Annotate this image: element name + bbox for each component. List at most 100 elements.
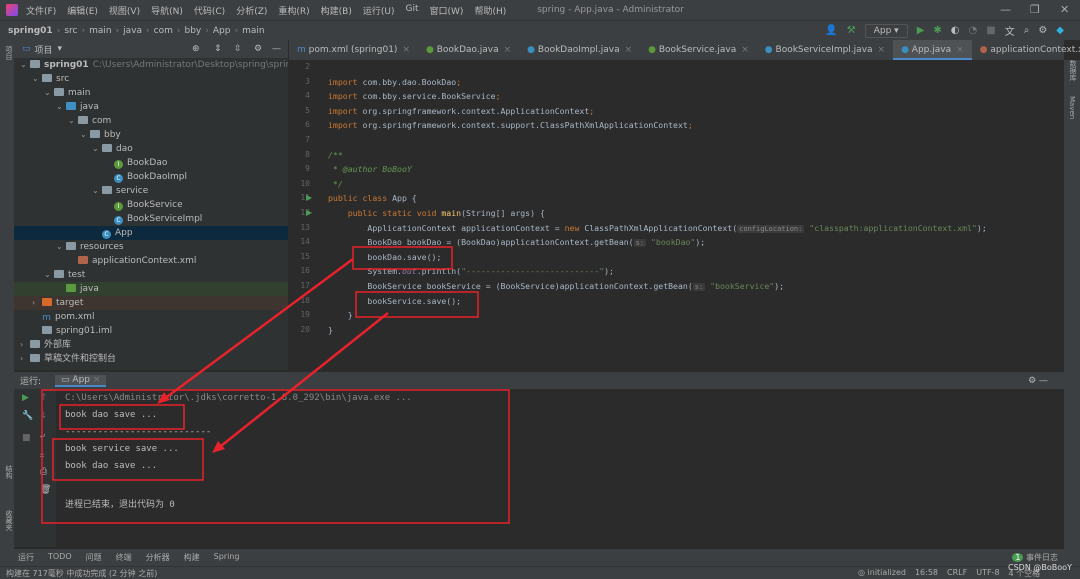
tree-item[interactable]: ⌄ spring01 C:\Users\Administrator\Desktop\… [14, 58, 308, 72]
editor-tab[interactable]: ● BookService.java × [640, 40, 757, 60]
locate-icon[interactable]: ⊕ [192, 44, 200, 54]
down-arrow-icon[interactable]: ↓ [40, 411, 48, 421]
menu-item[interactable]: 编辑(E) [67, 4, 98, 17]
tree-item[interactable]: ⌄ test [14, 268, 288, 282]
chevron-down-icon[interactable]: ⌄ [92, 142, 102, 156]
tree-item[interactable]: ⌄ java [14, 100, 288, 114]
bottom-tab[interactable]: TODO [48, 552, 72, 563]
tree-item[interactable]: › 草稿文件和控制台 [14, 352, 288, 366]
favorites-tool-button[interactable]: 收藏夹 [4, 510, 14, 531]
close-button[interactable]: ✕ [1060, 3, 1069, 16]
tree-item[interactable]: ⌄ main [14, 86, 288, 100]
restore-button[interactable]: ❐ [1030, 3, 1040, 16]
breadcrumb-item[interactable]: com [154, 26, 173, 36]
close-tab-icon[interactable]: × [741, 45, 749, 55]
chevron-right-icon[interactable]: › [20, 338, 30, 352]
print-icon[interactable]: ⎙ [40, 467, 47, 477]
expand-all-icon[interactable]: ⇕ [214, 44, 222, 54]
collapse-all-icon[interactable]: ⇳ [234, 44, 242, 54]
file-encoding[interactable]: UTF-8 [976, 568, 999, 579]
tree-item[interactable]: ⌄ service [14, 184, 288, 198]
tree-item[interactable]: ⌄ resources [14, 240, 288, 254]
bottom-tab[interactable]: 构建 [184, 552, 200, 563]
close-tab-icon[interactable]: × [625, 45, 633, 55]
editor-tab[interactable]: ● BookDaoImpl.java × [519, 40, 640, 60]
line-separator[interactable]: CRLF [947, 568, 967, 579]
tree-item[interactable]: java [14, 282, 288, 296]
menu-item[interactable]: 代码(C) [194, 4, 225, 17]
search-icon[interactable]: ⌕ [1024, 25, 1030, 36]
gear-icon[interactable]: ⚙ — [1028, 376, 1048, 386]
soft-wrap-icon[interactable]: ⤶ [40, 431, 45, 441]
lsp-status[interactable]: ◎ initialized [858, 568, 906, 579]
breadcrumb-item[interactable]: java [123, 26, 142, 36]
chevron-down-icon[interactable]: ⌄ [20, 58, 30, 72]
event-log-button[interactable]: 1 事件日志 [1012, 552, 1058, 563]
stop-icon[interactable]: ■ [22, 433, 31, 443]
chevron-down-icon[interactable]: ⌄ [80, 128, 90, 142]
editor-tab[interactable]: ● BookServiceImpl.java × [757, 40, 893, 60]
breadcrumb-item[interactable]: src [64, 26, 77, 36]
chevron-down-icon[interactable]: ⌄ [44, 268, 54, 282]
run-icon[interactable]: ▶ [917, 25, 925, 36]
tree-item[interactable]: C App [14, 226, 288, 240]
close-tab-icon[interactable]: × [878, 45, 886, 55]
editor-tab[interactable]: ● BookDao.java × [418, 40, 519, 60]
tree-item[interactable]: ⌄ dao [14, 142, 288, 156]
editor-tab[interactable]: ● applicationContext.xml× [972, 40, 1080, 60]
settings-icon[interactable]: ⚙ [1038, 25, 1047, 36]
tree-item[interactable]: m pom.xml [14, 310, 288, 324]
menu-item[interactable]: Git [406, 4, 419, 17]
breadcrumb-item[interactable]: spring01 [8, 26, 53, 36]
run-gutter-icon[interactable]: ▶ [306, 193, 312, 202]
wrench-icon[interactable]: 🔧 [22, 411, 33, 421]
chevron-down-icon[interactable]: ⌄ [32, 72, 42, 86]
project-panel-title[interactable]: 项目 [35, 43, 53, 56]
rerun-icon[interactable]: ▶ [22, 393, 29, 403]
build-hammer-icon[interactable]: ⚒ [847, 25, 856, 36]
database-tool-button[interactable]: 数据库 [1068, 60, 1078, 81]
bottom-tab[interactable]: Spring [214, 552, 240, 563]
translate-icon[interactable]: 文 [1005, 23, 1015, 38]
menu-item[interactable]: 文件(F) [26, 4, 56, 17]
chevron-down-icon[interactable]: ⌄ [56, 240, 66, 254]
tree-item[interactable]: › 外部库 [14, 338, 288, 352]
menu-item[interactable]: 构建(B) [321, 4, 352, 17]
minimize-button[interactable]: — [1000, 3, 1011, 16]
bottom-tab[interactable]: 运行 [18, 552, 34, 563]
debug-icon[interactable]: ✱ [933, 25, 941, 36]
project-tool-button[interactable]: 项目 [4, 46, 14, 60]
tree-item[interactable]: › target [14, 296, 288, 310]
chevron-down-icon[interactable]: ⌄ [92, 184, 102, 198]
menu-item[interactable]: 窗口(W) [430, 4, 464, 17]
structure-tool-button[interactable]: 结构 [4, 465, 14, 479]
menu-item[interactable]: 重构(R) [278, 4, 309, 17]
plugin-icon[interactable]: ◆ [1056, 25, 1064, 36]
run-tab-app[interactable]: ▭ App × [55, 374, 107, 387]
run-gutter-icon[interactable]: ▶ [306, 208, 312, 217]
gear-icon[interactable]: ⚙ [254, 44, 262, 54]
tree-item[interactable]: ⌄ com [14, 114, 288, 128]
menu-item[interactable]: 分析(Z) [236, 4, 267, 17]
tree-item[interactable]: spring01.iml [14, 324, 288, 338]
bottom-tab[interactable]: 问题 [86, 552, 102, 563]
tree-item[interactable]: applicationContext.xml [14, 254, 288, 268]
status-message[interactable]: 构建在 717毫秒 中成功完成 (2 分钟 之前) [6, 568, 157, 579]
bottom-tab[interactable]: 终端 [116, 552, 132, 563]
breadcrumb-item[interactable]: App [213, 26, 231, 36]
chevron-down-icon[interactable]: ⌄ [56, 100, 66, 114]
tree-item[interactable]: ⌄ src [14, 72, 288, 86]
breadcrumb-item[interactable]: main [242, 26, 265, 36]
coverage-icon[interactable]: ◐ [951, 25, 960, 36]
user-icon[interactable]: 👤 [825, 25, 837, 36]
editor-tab[interactable]: ● App.java × [893, 40, 972, 60]
close-tab-icon[interactable]: × [402, 45, 410, 55]
hide-icon[interactable]: — [272, 44, 281, 54]
code-editor[interactable]: 2 3 import com.bby.dao.BookDao; 4 import com… [288, 60, 1064, 370]
tree-item[interactable]: C BookDaoImpl [14, 170, 288, 184]
tree-item[interactable]: C BookServiceImpl [14, 212, 288, 226]
menu-item[interactable]: 运行(U) [363, 4, 395, 17]
run-config-select[interactable]: App ▾ [864, 23, 908, 38]
menu-item[interactable]: 视图(V) [109, 4, 140, 17]
menu-item[interactable]: 帮助(H) [474, 4, 506, 17]
